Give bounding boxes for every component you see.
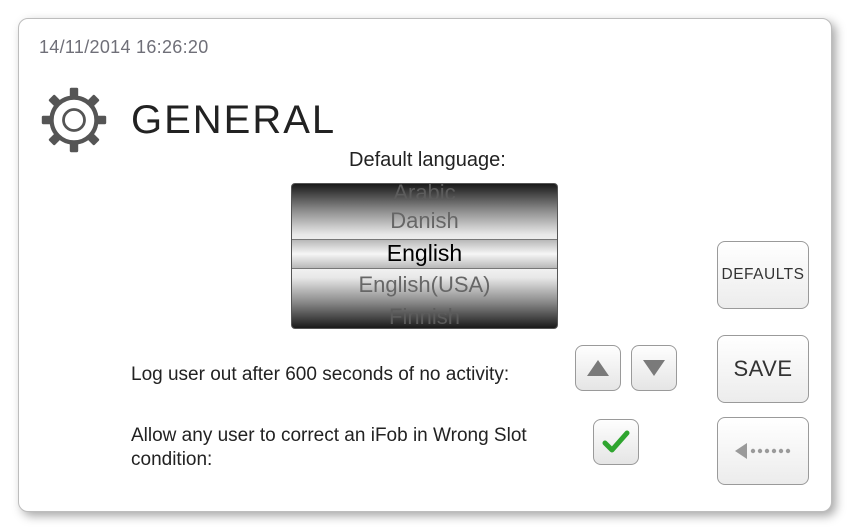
language-picker[interactable]: Arabic Danish English English(USA) Finni… bbox=[291, 183, 558, 329]
ifob-correction-toggle[interactable] bbox=[593, 419, 639, 465]
decrement-button[interactable] bbox=[631, 345, 677, 391]
defaults-button[interactable]: DEFAULTS bbox=[717, 241, 809, 309]
back-arrow-icon bbox=[733, 441, 793, 461]
picker-option[interactable]: Arabic bbox=[292, 183, 557, 206]
logout-timeout-label: Log user out after 600 seconds of no act… bbox=[131, 364, 561, 386]
ifob-correction-label: Allow any user to correct an iFob in Wro… bbox=[131, 424, 571, 472]
arrow-up-icon bbox=[587, 360, 609, 376]
settings-panel: 14/11/2014 16:26:20 bbox=[18, 18, 832, 512]
picker-option-selected[interactable]: English bbox=[292, 240, 557, 267]
logout-timeout-stepper bbox=[575, 345, 677, 391]
picker-option[interactable]: Finnish bbox=[292, 304, 557, 329]
arrow-down-icon bbox=[643, 360, 665, 376]
page-header: GENERAL bbox=[39, 85, 336, 155]
back-button[interactable] bbox=[717, 417, 809, 485]
timestamp: 14/11/2014 16:26:20 bbox=[39, 37, 209, 58]
increment-button[interactable] bbox=[575, 345, 621, 391]
picker-option[interactable]: English(USA) bbox=[292, 272, 557, 298]
save-button[interactable]: SAVE bbox=[717, 335, 809, 403]
picker-option[interactable]: Danish bbox=[292, 208, 557, 234]
gear-icon bbox=[39, 85, 109, 155]
check-icon bbox=[601, 427, 631, 457]
default-language-label: Default language: bbox=[349, 149, 506, 172]
page-title: GENERAL bbox=[131, 98, 336, 143]
